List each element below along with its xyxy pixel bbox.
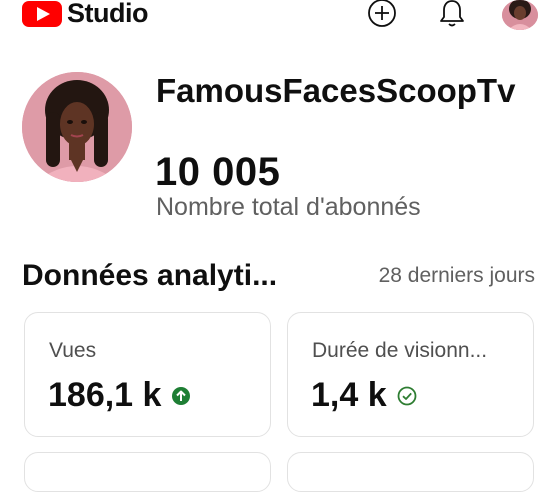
arrow-up-circle-icon xyxy=(172,386,191,405)
account-avatar[interactable] xyxy=(502,0,538,30)
analytics-date-range[interactable]: 28 derniers jours xyxy=(379,264,535,288)
avatar-image xyxy=(502,0,538,30)
card-value: 1,4 k xyxy=(311,376,387,414)
subscriber-count: 10 005 xyxy=(155,150,281,194)
card-label: Durée de visionn... xyxy=(312,339,488,362)
card-value-row: 1,4 k xyxy=(311,376,417,415)
analytics-section-title[interactable]: Données analyti... xyxy=(22,259,277,293)
channel-name: FamousFacesScoopTv xyxy=(156,72,516,109)
channel-avatar-image xyxy=(22,72,132,182)
card-value-row: 186,1 k xyxy=(48,376,191,415)
check-circle-icon xyxy=(397,386,417,405)
youtube-studio-logo[interactable]: Studio xyxy=(22,0,148,29)
create-button[interactable] xyxy=(366,0,398,28)
analytics-card-watch-time[interactable]: Durée de visionn... 1,4 k xyxy=(287,312,534,437)
notifications-button[interactable] xyxy=(436,0,468,28)
subscriber-count-label: Nombre total d'abonnés xyxy=(156,193,421,221)
youtube-play-logo-icon xyxy=(22,0,62,27)
card-label: Vues xyxy=(49,339,97,362)
channel-avatar[interactable] xyxy=(22,72,132,182)
add-circle-icon xyxy=(368,0,396,27)
analytics-card-next-right[interactable] xyxy=(287,452,534,492)
bell-icon xyxy=(440,0,464,27)
logo-text: Studio xyxy=(67,0,148,28)
analytics-card-next-left[interactable] xyxy=(24,452,271,492)
analytics-card-views[interactable]: Vues 186,1 k xyxy=(24,312,271,437)
card-value: 186,1 k xyxy=(48,376,162,414)
top-app-bar: Studio xyxy=(0,0,560,30)
